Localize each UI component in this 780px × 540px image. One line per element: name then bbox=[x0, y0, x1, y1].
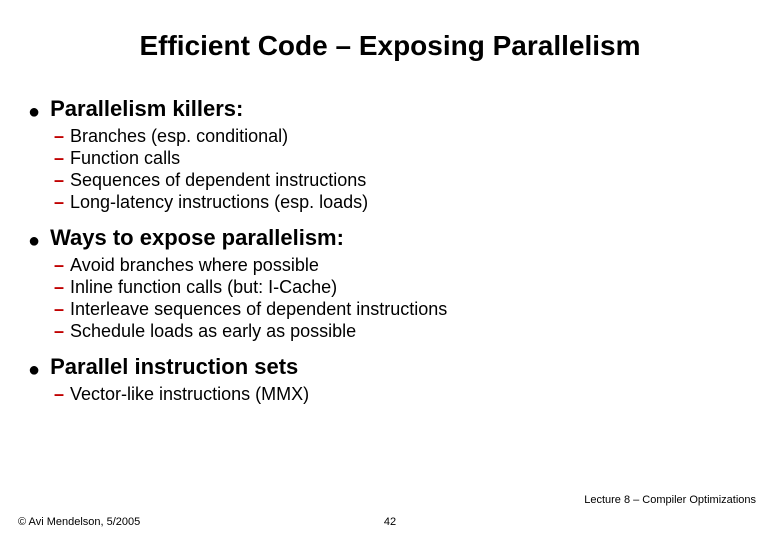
sub-item: –Schedule loads as early as possible bbox=[54, 321, 752, 342]
dash-icon: – bbox=[54, 170, 64, 191]
sub-text: Sequences of dependent instructions bbox=[70, 170, 366, 191]
bullet-heading: Parallelism killers: bbox=[50, 96, 243, 122]
bullet-section: ● Parallelism killers: –Branches (esp. c… bbox=[28, 96, 752, 213]
sub-item: –Function calls bbox=[54, 148, 752, 169]
sub-list: –Vector-like instructions (MMX) bbox=[54, 384, 752, 405]
bullet-icon: ● bbox=[28, 360, 40, 380]
sub-text: Vector-like instructions (MMX) bbox=[70, 384, 309, 405]
lecture-label: Lecture 8 – Compiler Optimizations bbox=[18, 494, 762, 506]
page-number: 42 bbox=[384, 516, 396, 528]
bullet-item: ● Parallel instruction sets bbox=[28, 354, 752, 380]
sub-list: –Avoid branches where possible –Inline f… bbox=[54, 255, 752, 342]
bullet-heading: Parallel instruction sets bbox=[50, 354, 298, 380]
sub-text: Interleave sequences of dependent instru… bbox=[70, 299, 447, 320]
copyright-text: © Avi Mendelson, 5/2005 bbox=[18, 516, 140, 528]
sub-text: Long-latency instructions (esp. loads) bbox=[70, 192, 368, 213]
slide-title: Efficient Code – Exposing Parallelism bbox=[28, 30, 752, 62]
bullet-item: ● Parallelism killers: bbox=[28, 96, 752, 122]
bullet-section: ● Ways to expose parallelism: –Avoid bra… bbox=[28, 225, 752, 342]
sub-text: Schedule loads as early as possible bbox=[70, 321, 356, 342]
dash-icon: – bbox=[54, 126, 64, 147]
sub-text: Avoid branches where possible bbox=[70, 255, 319, 276]
sub-list: –Branches (esp. conditional) –Function c… bbox=[54, 126, 752, 213]
slide: Efficient Code – Exposing Parallelism ● … bbox=[0, 0, 780, 540]
dash-icon: – bbox=[54, 192, 64, 213]
bullet-item: ● Ways to expose parallelism: bbox=[28, 225, 752, 251]
sub-item: –Branches (esp. conditional) bbox=[54, 126, 752, 147]
sub-text: Inline function calls (but: I-Cache) bbox=[70, 277, 337, 298]
sub-item: –Long-latency instructions (esp. loads) bbox=[54, 192, 752, 213]
sub-item: –Vector-like instructions (MMX) bbox=[54, 384, 752, 405]
sub-text: Branches (esp. conditional) bbox=[70, 126, 288, 147]
bullet-heading: Ways to expose parallelism: bbox=[50, 225, 344, 251]
dash-icon: – bbox=[54, 384, 64, 405]
sub-item: –Inline function calls (but: I-Cache) bbox=[54, 277, 752, 298]
dash-icon: – bbox=[54, 148, 64, 169]
dash-icon: – bbox=[54, 255, 64, 276]
dash-icon: – bbox=[54, 299, 64, 320]
dash-icon: – bbox=[54, 321, 64, 342]
dash-icon: – bbox=[54, 277, 64, 298]
bullet-section: ● Parallel instruction sets –Vector-like… bbox=[28, 354, 752, 405]
sub-item: –Sequences of dependent instructions bbox=[54, 170, 752, 191]
sub-item: –Interleave sequences of dependent instr… bbox=[54, 299, 752, 320]
bullet-icon: ● bbox=[28, 231, 40, 251]
bullet-icon: ● bbox=[28, 102, 40, 122]
sub-item: –Avoid branches where possible bbox=[54, 255, 752, 276]
sub-text: Function calls bbox=[70, 148, 180, 169]
